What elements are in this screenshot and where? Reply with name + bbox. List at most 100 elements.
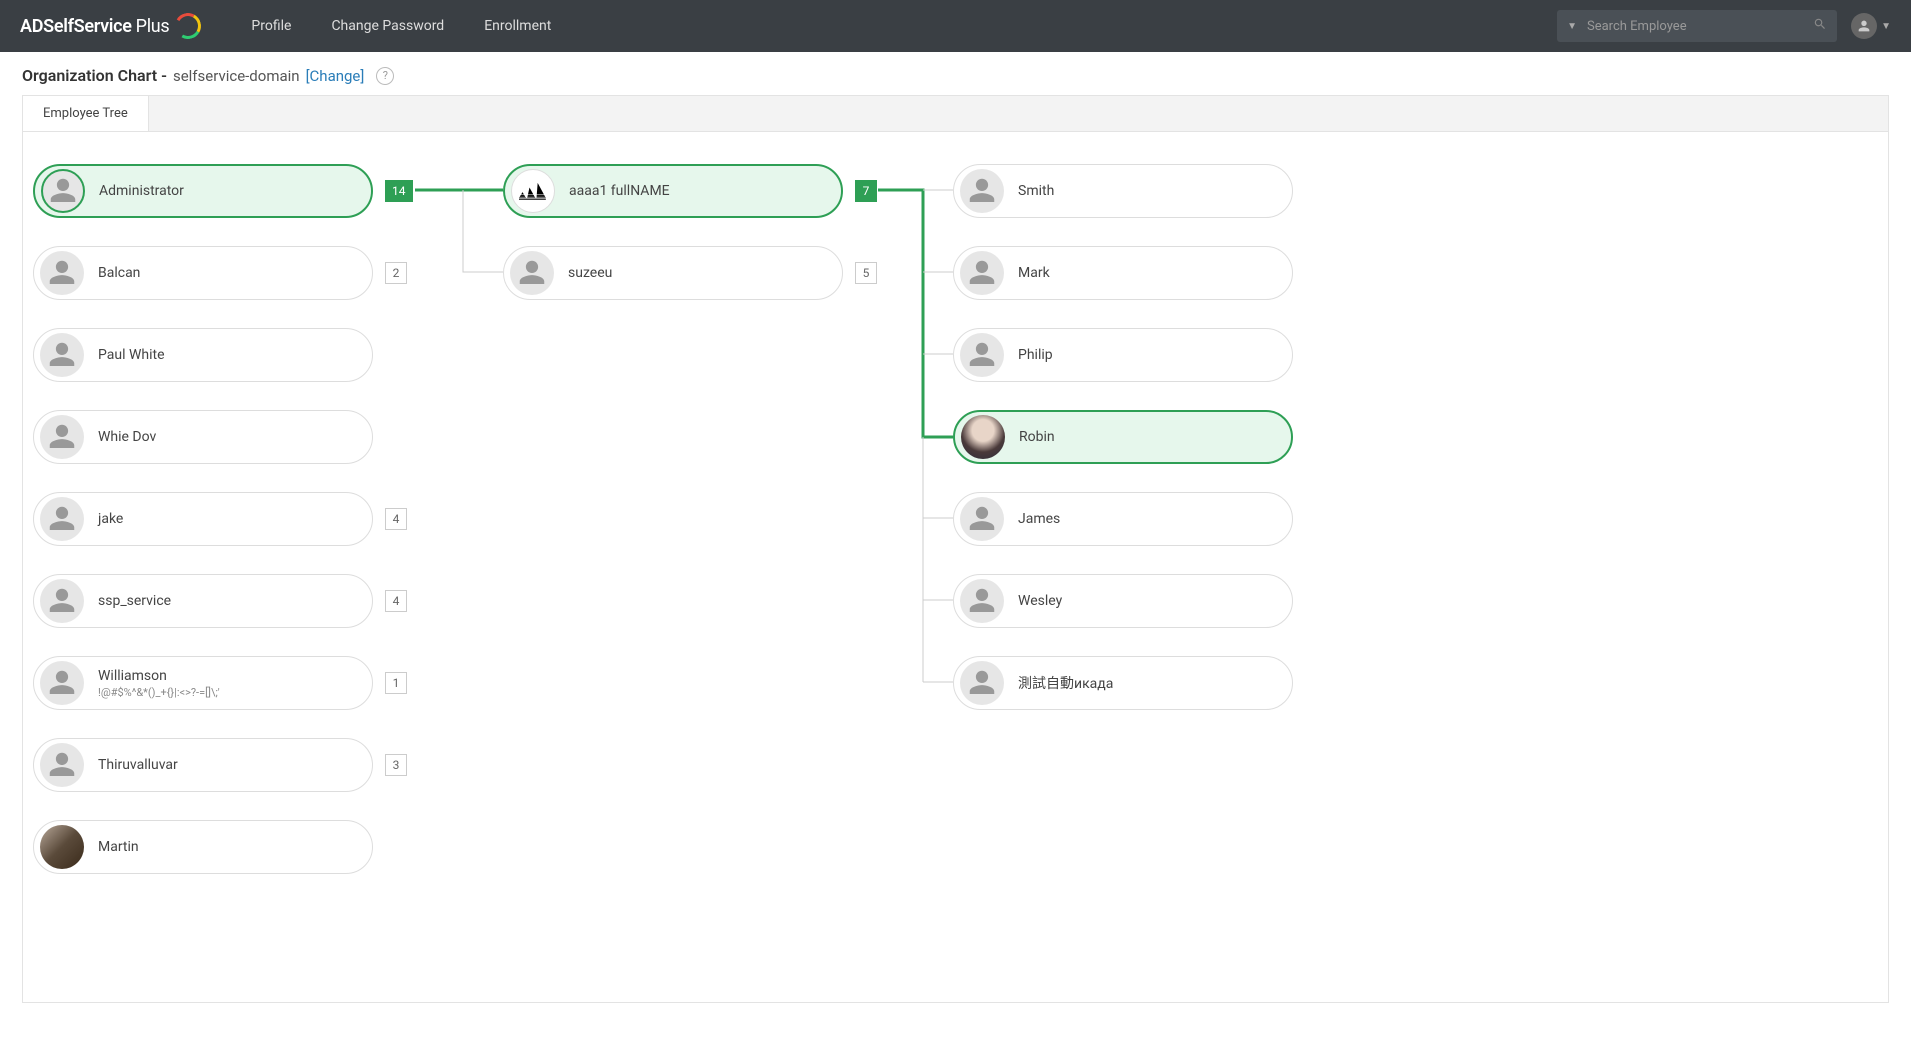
org-node[interactable]: Philip: [953, 328, 1293, 382]
node-label: aaaa1 fullNAME: [569, 183, 670, 199]
node-name: Whie Dov: [98, 429, 156, 445]
node-label: suzeeu: [568, 265, 612, 281]
node-label: Administrator: [99, 183, 184, 199]
avatar-placeholder-icon: [960, 169, 1004, 213]
nav-change-password[interactable]: Change Password: [331, 18, 444, 34]
avatar-photo: [961, 415, 1005, 459]
org-node-row: Whie Dov: [33, 408, 393, 466]
org-node-row: Smith: [953, 162, 1313, 220]
avatar-placeholder-icon: [960, 661, 1004, 705]
org-node[interactable]: Whie Dov: [33, 410, 373, 464]
org-node-row: Thiruvalluvar3: [33, 736, 393, 794]
direct-reports-count[interactable]: 1: [385, 672, 407, 694]
org-node[interactable]: Smith: [953, 164, 1293, 218]
node-label: 測試自動икада: [1018, 673, 1113, 693]
org-node[interactable]: ssp_service: [33, 574, 373, 628]
org-node[interactable]: suzeeu: [503, 246, 843, 300]
org-node[interactable]: Mark: [953, 246, 1293, 300]
node-label: Philip: [1018, 347, 1053, 363]
org-node-row: Philip: [953, 326, 1313, 384]
app-header: ADSelfServicePlus Profile Change Passwor…: [0, 0, 1911, 52]
org-node[interactable]: aaaa1 fullNAME: [503, 164, 843, 218]
org-node[interactable]: Balcan: [33, 246, 373, 300]
node-label: Smith: [1018, 183, 1054, 199]
direct-reports-count[interactable]: 7: [855, 180, 877, 202]
avatar-placeholder-icon: [960, 579, 1004, 623]
page-title: Organization Chart -: [22, 66, 167, 85]
header-right: ▼ ▼: [1557, 10, 1891, 42]
change-domain-link[interactable]: [Change]: [306, 67, 365, 85]
tab-row: Employee Tree: [23, 96, 1888, 132]
node-name: Williamson: [98, 668, 220, 684]
tab-employee-tree[interactable]: Employee Tree: [23, 96, 149, 131]
direct-reports-count[interactable]: 14: [385, 180, 413, 202]
avatar-placeholder-icon: [40, 333, 84, 377]
node-name: Martin: [98, 839, 139, 855]
search-employee[interactable]: ▼: [1557, 10, 1837, 42]
node-name: jake: [98, 511, 123, 527]
logo-plus: Plus: [136, 16, 170, 37]
help-icon[interactable]: ?: [376, 67, 394, 85]
avatar-placeholder-icon: [41, 169, 85, 213]
search-input[interactable]: [1587, 19, 1813, 34]
node-label: Williamson!@#$%^&*()_+{}|:<>?-=[]\;': [98, 668, 220, 699]
org-node-row: suzeeu5: [503, 244, 863, 302]
node-name: Philip: [1018, 347, 1053, 363]
user-avatar-icon: [1851, 13, 1877, 39]
node-name: 測試自動икада: [1018, 673, 1113, 693]
org-node[interactable]: Williamson!@#$%^&*()_+{}|:<>?-=[]\;': [33, 656, 373, 710]
node-name: James: [1018, 511, 1060, 527]
org-node[interactable]: Martin: [33, 820, 373, 874]
org-node[interactable]: 測試自動икада: [953, 656, 1293, 710]
org-node[interactable]: Administrator: [33, 164, 373, 218]
node-name: aaaa1 fullNAME: [569, 183, 670, 199]
logo-main: ADSelfService: [20, 16, 132, 37]
node-label: Wesley: [1018, 593, 1062, 609]
avatar-placeholder-icon: [960, 251, 1004, 295]
org-node-row: Williamson!@#$%^&*()_+{}|:<>?-=[]\;'1: [33, 654, 393, 712]
node-name: Robin: [1019, 429, 1055, 445]
direct-reports-count[interactable]: 5: [855, 262, 877, 284]
node-label: Martin: [98, 839, 139, 855]
org-column-3: Smith Mark Philip Robin James Wesley 測試自動икада: [953, 162, 1313, 712]
org-node[interactable]: Thiruvalluvar: [33, 738, 373, 792]
search-icon[interactable]: [1813, 17, 1827, 35]
org-node[interactable]: Robin: [953, 410, 1293, 464]
direct-reports-count[interactable]: 2: [385, 262, 407, 284]
org-node-row: James: [953, 490, 1313, 548]
node-label: jake: [98, 511, 123, 527]
org-column-1: Administrator14Balcan2Paul WhiteWhie Dov…: [33, 162, 393, 876]
avatar-placeholder-icon: [40, 661, 84, 705]
org-node-row: 測試自動икада: [953, 654, 1313, 712]
org-node-row: Robin: [953, 408, 1313, 466]
org-node[interactable]: Wesley: [953, 574, 1293, 628]
org-node-row: Mark: [953, 244, 1313, 302]
user-menu[interactable]: ▼: [1851, 13, 1891, 39]
org-chart-canvas: Administrator14Balcan2Paul WhiteWhie Dov…: [23, 132, 1888, 1002]
nav-enrollment[interactable]: Enrollment: [484, 18, 551, 34]
node-label: ssp_service: [98, 593, 171, 609]
node-name: Wesley: [1018, 593, 1062, 609]
logo-arc-icon: [173, 10, 205, 42]
main-nav: Profile Change Password Enrollment: [251, 18, 551, 34]
avatar-adidas-icon: [511, 169, 555, 213]
avatar-photo: [40, 825, 84, 869]
node-name: Smith: [1018, 183, 1054, 199]
node-name: ssp_service: [98, 593, 171, 609]
avatar-placeholder-icon: [960, 497, 1004, 541]
nav-profile[interactable]: Profile: [251, 18, 291, 34]
node-name: Balcan: [98, 265, 140, 281]
avatar-placeholder-icon: [40, 251, 84, 295]
org-node[interactable]: James: [953, 492, 1293, 546]
direct-reports-count[interactable]: 4: [385, 590, 407, 612]
org-node[interactable]: jake: [33, 492, 373, 546]
org-node-row: Martin: [33, 818, 393, 876]
direct-reports-count[interactable]: 3: [385, 754, 407, 776]
search-filter-dropdown-icon[interactable]: ▼: [1567, 21, 1577, 32]
direct-reports-count[interactable]: 4: [385, 508, 407, 530]
org-node[interactable]: Paul White: [33, 328, 373, 382]
logo-text: ADSelfServicePlus: [20, 16, 169, 37]
chevron-down-icon: ▼: [1881, 21, 1891, 32]
org-node-row: Paul White: [33, 326, 393, 384]
domain-name: selfservice-domain: [173, 67, 300, 85]
